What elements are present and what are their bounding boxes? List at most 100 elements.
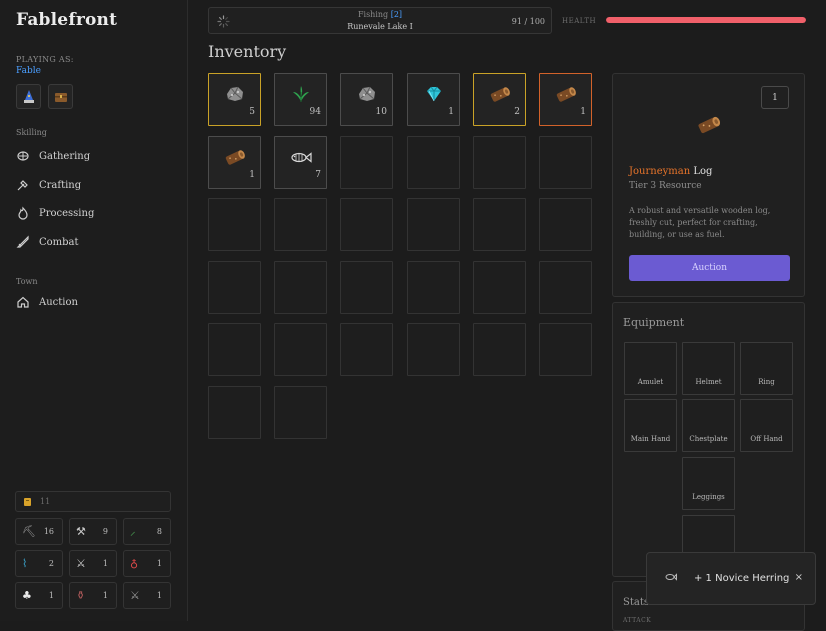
axe-icon: ⚒ bbox=[76, 525, 86, 538]
gold-coin-icon bbox=[24, 497, 31, 506]
log-icon bbox=[223, 147, 247, 171]
activity-progress: 91 / 100 bbox=[511, 17, 545, 26]
equip-slot-leggings[interactable]: Leggings bbox=[682, 457, 735, 510]
inventory-slot-empty[interactable] bbox=[407, 323, 460, 376]
inventory-slot-log[interactable]: 1 bbox=[539, 73, 592, 126]
diamond-icon bbox=[423, 84, 445, 108]
inventory-slot-empty[interactable] bbox=[473, 198, 526, 251]
inventory-slot-stone-ore[interactable]: 5 bbox=[208, 73, 261, 126]
item-count-input[interactable]: 1 bbox=[761, 86, 789, 109]
inventory-slot-empty[interactable] bbox=[340, 136, 393, 189]
inventory-slot-empty[interactable] bbox=[274, 198, 327, 251]
processing-icon bbox=[18, 206, 28, 220]
gold-amount: 11 bbox=[40, 497, 51, 506]
health-bar bbox=[606, 17, 806, 23]
inventory-slot-empty[interactable] bbox=[539, 136, 592, 189]
inventory-slot-empty[interactable] bbox=[208, 198, 261, 251]
inventory-slot-log[interactable]: 2 bbox=[473, 73, 526, 126]
item-quantity: 7 bbox=[315, 170, 321, 180]
item-description: A robust and versatile wooden log, fresh… bbox=[629, 206, 771, 239]
nav-processing-label: Processing bbox=[39, 207, 95, 219]
inventory-slot-empty[interactable] bbox=[473, 261, 526, 314]
equip-slot-off-hand[interactable]: Off Hand bbox=[740, 399, 793, 452]
loot-toast: + 1 Novice Herring × bbox=[646, 552, 816, 605]
inventory-slot-stone-ore[interactable]: 10 bbox=[340, 73, 393, 126]
inventory-slot-diamond[interactable]: 1 bbox=[407, 73, 460, 126]
inventory-slot-log[interactable]: 1 bbox=[208, 136, 261, 189]
current-activity[interactable]: Fishing [2] Runevale Lake I 91 / 100 bbox=[208, 7, 552, 34]
auction-button[interactable]: Auction bbox=[629, 255, 790, 281]
log-icon bbox=[488, 84, 512, 108]
equip-slot-chestplate[interactable]: Chestplate bbox=[682, 399, 735, 452]
inventory-slot-empty[interactable] bbox=[340, 198, 393, 251]
fishing-rod-icon: ⌇ bbox=[22, 557, 28, 570]
tool-sickle[interactable]: ⸝ 8 bbox=[123, 518, 171, 545]
tool-hammer[interactable]: ⚔ 1 bbox=[69, 550, 117, 577]
nav-processing[interactable]: Processing bbox=[16, 204, 94, 222]
tool-potion[interactable]: ♁ 1 bbox=[123, 550, 171, 577]
inventory-slot-empty[interactable] bbox=[208, 261, 261, 314]
nav-combat[interactable]: Combat bbox=[16, 233, 79, 251]
inventory-slot-fish[interactable]: 7 bbox=[274, 136, 327, 189]
tool-count: 1 bbox=[156, 559, 162, 568]
tool-count: 1 bbox=[48, 591, 54, 600]
tool-pickaxe[interactable]: ⛏ 16 bbox=[15, 518, 63, 545]
app-title: Fablefront bbox=[16, 10, 118, 30]
inventory-slot-empty[interactable] bbox=[407, 198, 460, 251]
item-quantity: 1 bbox=[580, 107, 586, 117]
inventory-slot-empty[interactable] bbox=[539, 261, 592, 314]
tool-flask[interactable]: ⚱ 1 bbox=[69, 582, 117, 609]
equip-slot-main-hand[interactable]: Main Hand bbox=[624, 399, 677, 452]
inventory-slot-empty[interactable] bbox=[274, 261, 327, 314]
nav-gathering[interactable]: Gathering bbox=[16, 147, 90, 165]
close-icon[interactable]: × bbox=[795, 572, 803, 583]
playing-as-label: PLAYING AS: bbox=[16, 55, 74, 64]
inventory-slot-empty[interactable] bbox=[407, 136, 460, 189]
tool-sword[interactable]: ⚔ 1 bbox=[123, 582, 171, 609]
health-fill bbox=[606, 17, 806, 23]
inventory-slot-empty[interactable] bbox=[208, 386, 261, 439]
inventory-slot-herb[interactable]: 94 bbox=[274, 73, 327, 126]
inventory-slot-empty[interactable] bbox=[274, 323, 327, 376]
town-section-label: Town bbox=[16, 277, 38, 286]
item-subtitle: Tier 3 Resource bbox=[629, 181, 702, 191]
tool-count: 1 bbox=[102, 591, 108, 600]
inventory-slot-empty[interactable] bbox=[539, 323, 592, 376]
inventory-slot-empty[interactable] bbox=[539, 198, 592, 251]
sickle-icon: ⸝ bbox=[130, 525, 136, 538]
pickaxe-icon: ⛏ bbox=[22, 525, 36, 538]
nav-gathering-label: Gathering bbox=[39, 150, 91, 162]
inventory-slot-empty[interactable] bbox=[274, 386, 327, 439]
equip-slot-helmet[interactable]: Helmet bbox=[682, 342, 735, 395]
equip-slot-ring[interactable]: Ring bbox=[740, 342, 793, 395]
tool-count: 16 bbox=[43, 527, 54, 536]
nav-auction[interactable]: Auction bbox=[16, 293, 78, 311]
inventory-slot-empty[interactable] bbox=[340, 323, 393, 376]
player-name[interactable]: Fable bbox=[16, 66, 41, 76]
inventory-slot-empty[interactable] bbox=[407, 261, 460, 314]
fish-icon bbox=[665, 573, 677, 584]
log-icon bbox=[554, 84, 578, 108]
equipment-panel: Equipment Amulet Helmet Ring Main Hand C… bbox=[612, 302, 805, 577]
gathering-icon bbox=[17, 151, 29, 161]
inventory-slot-empty[interactable] bbox=[473, 323, 526, 376]
inventory-slot-empty[interactable] bbox=[473, 136, 526, 189]
inventory-slot-empty[interactable] bbox=[340, 261, 393, 314]
inventory-slot-empty[interactable] bbox=[208, 323, 261, 376]
tool-axe[interactable]: ⚒ 9 bbox=[69, 518, 117, 545]
tool-fishing-rod[interactable]: ⌇ 2 bbox=[15, 550, 63, 577]
nav-crafting[interactable]: Crafting bbox=[16, 176, 81, 194]
item-tier-name: Journeyman bbox=[629, 166, 691, 177]
equip-slot-label: Off Hand bbox=[750, 435, 783, 443]
hammer-icon: ⚔ bbox=[76, 557, 86, 570]
herb-icon bbox=[290, 84, 312, 108]
activity-location: Runevale Lake I bbox=[347, 22, 413, 31]
auction-icon bbox=[17, 296, 29, 308]
tool-count: 1 bbox=[156, 591, 162, 600]
sidebar: Fablefront PLAYING AS: Fable Skilling Ga… bbox=[0, 0, 188, 621]
wizard-avatar[interactable] bbox=[16, 84, 41, 109]
tool-chef[interactable]: ♣ 1 bbox=[15, 582, 63, 609]
chest-avatar[interactable] bbox=[48, 84, 73, 109]
equip-slot-amulet[interactable]: Amulet bbox=[624, 342, 677, 395]
item-quantity: 2 bbox=[514, 107, 520, 117]
